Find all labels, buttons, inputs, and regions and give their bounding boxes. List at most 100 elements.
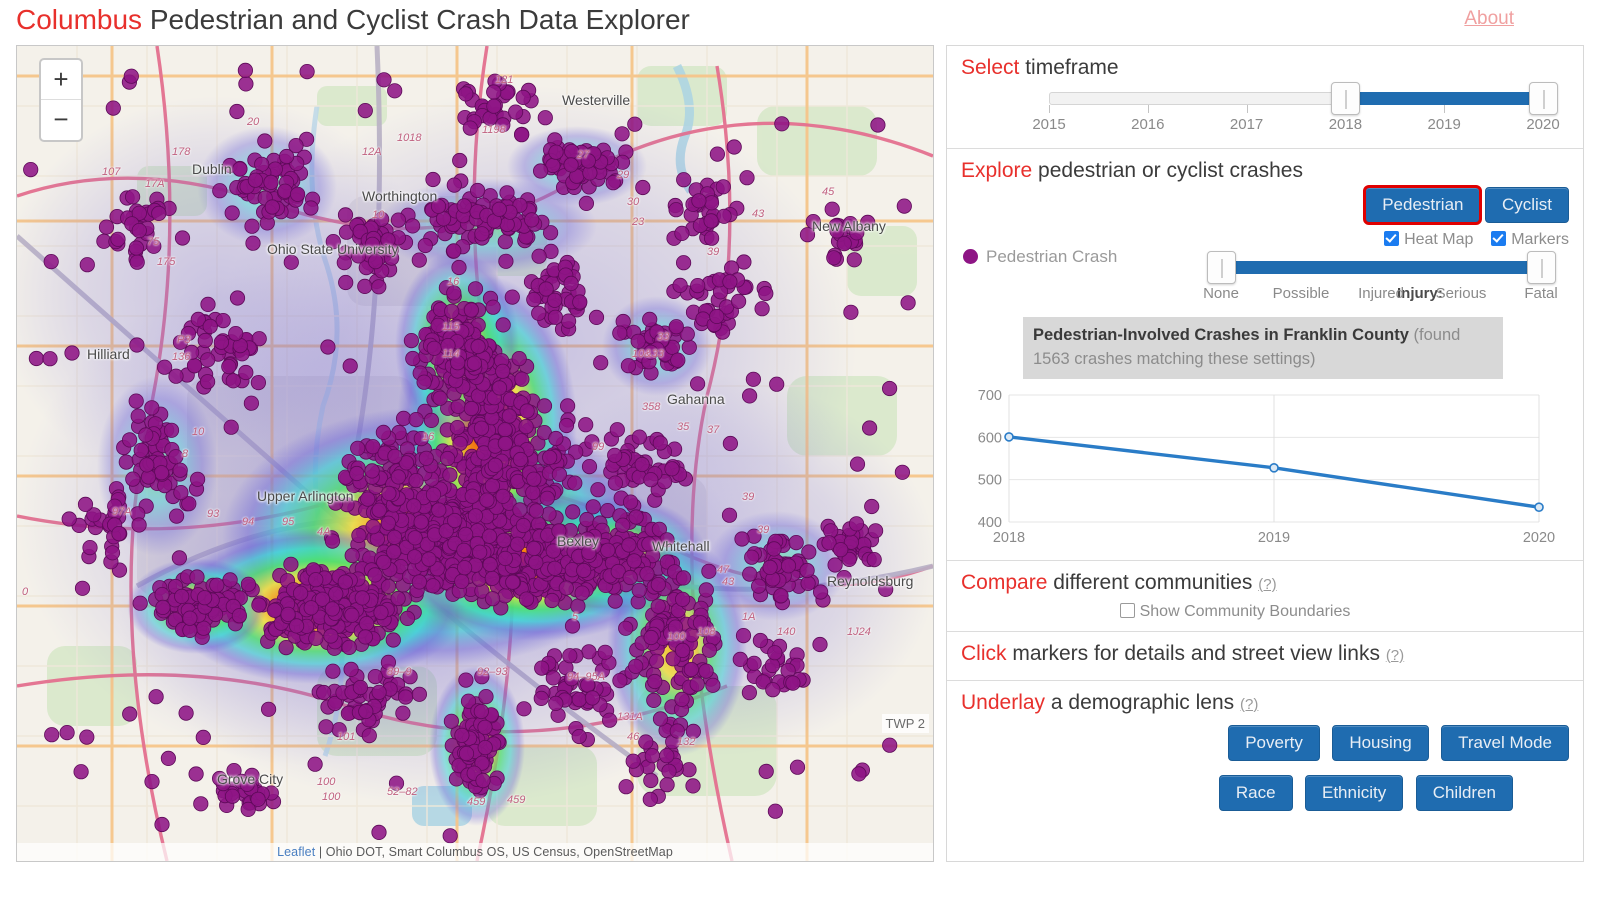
crash-marker[interactable] [350, 248, 367, 264]
crash-marker[interactable] [169, 508, 185, 524]
crash-marker[interactable] [475, 772, 491, 789]
crash-marker[interactable] [449, 419, 465, 436]
crash-marker[interactable] [518, 591, 535, 607]
crash-marker[interactable] [860, 214, 876, 230]
crash-marker[interactable] [505, 574, 521, 590]
crash-marker[interactable] [601, 712, 618, 728]
crash-marker[interactable] [404, 218, 421, 234]
crash-marker[interactable] [421, 551, 437, 567]
crash-marker[interactable] [171, 550, 187, 566]
crash-marker[interactable] [789, 759, 806, 775]
crash-marker[interactable] [698, 582, 714, 598]
crash-marker[interactable] [131, 223, 147, 239]
crash-marker[interactable] [627, 116, 643, 132]
crash-marker[interactable] [131, 517, 147, 533]
crash-marker[interactable] [674, 225, 690, 241]
crash-marker[interactable] [342, 358, 358, 374]
crash-marker[interactable] [551, 523, 567, 539]
crash-marker[interactable] [337, 207, 354, 223]
crash-marker[interactable] [567, 475, 583, 491]
crash-marker[interactable] [222, 572, 238, 588]
crash-marker[interactable] [407, 530, 423, 546]
crash-marker[interactable] [812, 636, 828, 653]
crash-marker[interactable] [767, 645, 783, 661]
crash-marker[interactable] [486, 84, 502, 100]
crash-marker[interactable] [337, 574, 353, 590]
crash-marker[interactable] [430, 317, 446, 333]
crash-marker[interactable] [193, 796, 209, 812]
crash-marker[interactable] [357, 629, 373, 645]
crash-marker[interactable] [190, 471, 206, 487]
crash-marker[interactable] [153, 465, 170, 481]
crash-marker[interactable] [247, 172, 263, 188]
crash-marker[interactable] [741, 684, 758, 701]
crash-marker[interactable] [257, 133, 273, 149]
crash-marker[interactable] [244, 218, 260, 234]
crash-marker[interactable] [495, 363, 511, 379]
crash-marker[interactable] [408, 411, 424, 428]
crash-marker[interactable] [388, 775, 405, 791]
crash-marker[interactable] [390, 469, 406, 485]
crash-marker[interactable] [563, 157, 579, 173]
crash-marker[interactable] [532, 163, 549, 179]
crash-marker[interactable] [197, 332, 213, 349]
crash-marker[interactable] [590, 482, 606, 498]
timeframe-end-handle[interactable] [1529, 82, 1558, 115]
crash-marker[interactable] [628, 658, 644, 674]
crash-marker[interactable] [439, 450, 456, 467]
crash-marker[interactable] [744, 549, 760, 565]
crash-marker[interactable] [444, 303, 460, 319]
crash-marker[interactable] [572, 294, 588, 310]
crash-marker[interactable] [515, 517, 531, 534]
crash-marker[interactable] [442, 467, 458, 483]
crash-marker[interactable] [741, 388, 758, 404]
crash-marker[interactable] [715, 179, 731, 195]
crash-marker[interactable] [469, 182, 486, 199]
crash-marker[interactable] [509, 536, 526, 552]
crash-marker[interactable] [612, 672, 628, 689]
crash-marker[interactable] [105, 100, 121, 116]
crash-marker[interactable] [240, 576, 256, 592]
crash-marker[interactable] [491, 380, 508, 396]
crash-marker[interactable] [456, 198, 472, 214]
crash-marker[interactable] [79, 257, 95, 273]
crash-marker[interactable] [576, 562, 592, 579]
crash-marker[interactable] [380, 515, 396, 531]
crash-marker[interactable] [607, 447, 623, 463]
crash-marker[interactable] [387, 83, 403, 99]
crash-marker[interactable] [44, 727, 60, 743]
crash-marker[interactable] [458, 672, 474, 688]
injury-severity-slider[interactable]: Injury: None Possible Injured Serious Fatal [1203, 251, 1571, 307]
crash-marker[interactable] [132, 595, 148, 611]
crash-marker[interactable] [129, 254, 145, 270]
crash-marker[interactable] [739, 170, 755, 186]
crash-marker[interactable] [443, 713, 459, 729]
crash-marker[interactable] [375, 424, 391, 440]
crash-marker[interactable] [462, 120, 478, 136]
crash-marker[interactable] [620, 358, 637, 374]
crash-marker[interactable] [765, 682, 781, 698]
crash-marker[interactable] [364, 236, 380, 252]
crash-marker[interactable] [497, 435, 513, 452]
crash-marker[interactable] [139, 457, 155, 473]
cyclist-mode-button[interactable]: Cyclist [1484, 187, 1569, 223]
crash-marker[interactable] [652, 435, 668, 451]
crash-marker[interactable] [168, 449, 184, 465]
crash-marker[interactable] [615, 517, 631, 533]
crash-marker[interactable] [385, 632, 401, 648]
map-zoom-control[interactable]: + − [39, 58, 83, 142]
crash-marker[interactable] [659, 748, 675, 764]
crash-marker[interactable] [133, 442, 149, 458]
crash-marker[interactable] [689, 676, 705, 692]
crash-marker[interactable] [251, 597, 267, 613]
crash-marker[interactable] [534, 660, 550, 676]
crash-marker[interactable] [498, 253, 514, 269]
crash-marker[interactable] [450, 355, 466, 371]
crash-marker[interactable] [580, 153, 596, 169]
crash-marker[interactable] [512, 502, 528, 518]
crash-marker[interactable] [551, 466, 568, 482]
crash-marker[interactable] [213, 334, 229, 350]
crash-marker[interactable] [464, 488, 480, 504]
crash-marker[interactable] [458, 745, 475, 762]
crash-marker[interactable] [336, 255, 352, 271]
